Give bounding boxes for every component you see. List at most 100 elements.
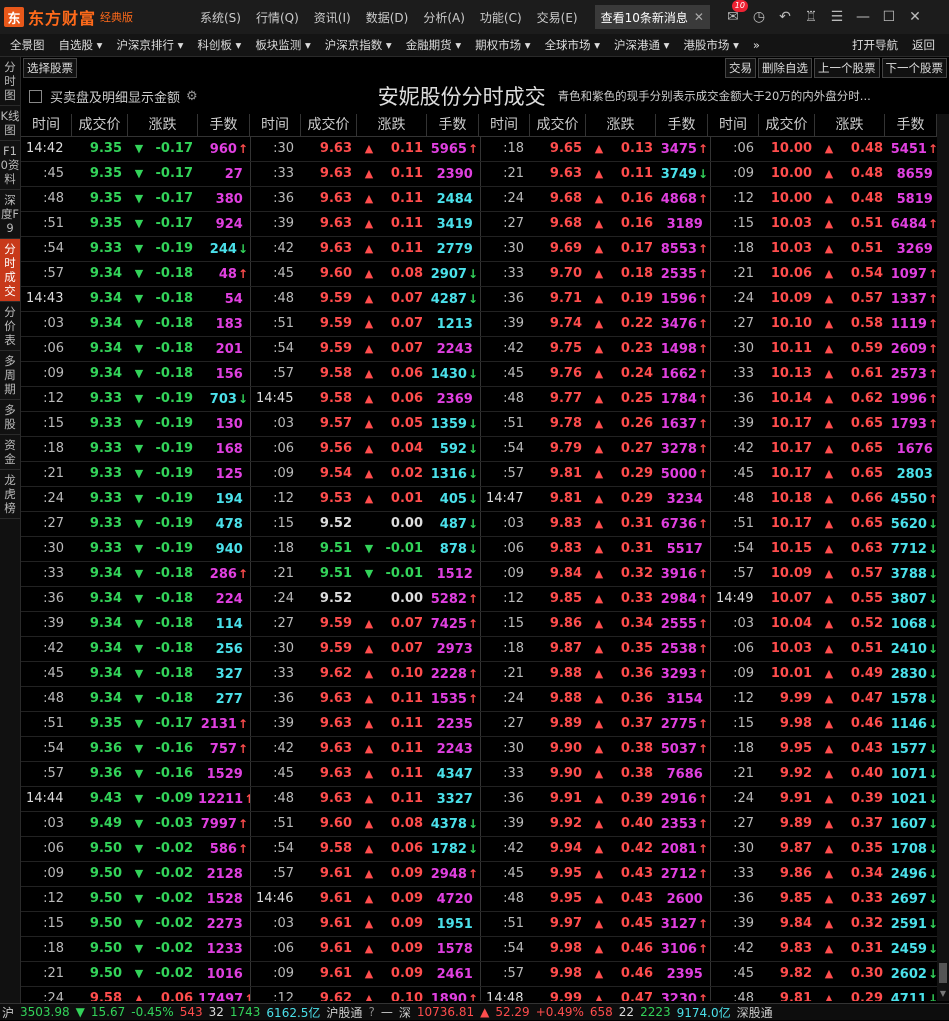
column-header[interactable]: 手数: [427, 114, 479, 136]
page-title: 安妮股份分时成交: [377, 85, 546, 109]
trade-volume: 1233: [198, 937, 250, 961]
trade-change: ▲ 0.08: [358, 812, 428, 836]
sh-index[interactable]: 3503.98: [20, 1005, 70, 1019]
sidebar-tab[interactable]: 多周期: [0, 351, 20, 400]
sz-index[interactable]: 10736.81: [417, 1005, 474, 1019]
trade-button[interactable]: 交易: [725, 58, 756, 78]
trade-time: :12: [733, 691, 754, 706]
nav-item[interactable]: 沪深京指数 ▾: [325, 37, 392, 53]
help-icon[interactable]: ?: [368, 1005, 374, 1019]
trade-change: ▼ -0.16: [128, 762, 198, 786]
menu-item[interactable]: 交易(E): [537, 9, 578, 26]
change-value: -0.18: [155, 316, 193, 331]
column-header[interactable]: 手数: [885, 114, 937, 136]
menu-item[interactable]: 行情(Q): [256, 9, 299, 26]
trade-change: ▲ 0.10: [358, 987, 428, 1001]
change-value: 0.11: [390, 241, 423, 256]
column-header[interactable]: 手数: [198, 114, 250, 136]
gear-icon[interactable]: ⚙: [186, 89, 198, 104]
vertical-scrollbar[interactable]: ▼: [937, 114, 949, 1001]
volume-value: 2369: [436, 392, 473, 407]
trade-record: :03 10.04 ▲ 0.52 1068↓: [711, 612, 937, 636]
volume-value: 478: [215, 517, 243, 532]
trade-volume: 1359↓: [428, 412, 480, 436]
nav-item[interactable]: 沪深港通 ▾: [614, 37, 669, 53]
column-header[interactable]: 手数: [656, 114, 708, 136]
column-header: 时间: [250, 114, 301, 136]
menu-item[interactable]: 资讯(I): [314, 9, 351, 26]
volume-value: 1578: [436, 942, 473, 957]
show-amount-checkbox[interactable]: [29, 89, 42, 103]
scroll-down-icon[interactable]: ▼: [937, 989, 949, 1001]
volume-value: 244: [209, 242, 237, 257]
sidebar-tab[interactable]: F10资料: [0, 141, 20, 190]
trade-volume: 940: [198, 537, 250, 561]
trade-change: ▲ 0.32: [588, 562, 658, 586]
nav-item[interactable]: 沪深京排行 ▾: [116, 37, 183, 53]
trade-time: :12: [733, 191, 754, 206]
app-logo[interactable]: 东 东方财富 经典版: [0, 0, 192, 34]
trade-volume: 3327: [428, 787, 480, 811]
remove-watch-button[interactable]: 删除自选: [758, 58, 812, 78]
trade-record: :57 9.36 ▼ -0.16 1529: [21, 762, 251, 786]
change-value: 0.11: [390, 691, 423, 706]
trade-price: 10.17: [770, 416, 812, 431]
nav-item[interactable]: 全景图: [10, 37, 45, 53]
down-arrow-icon: ▼: [75, 1005, 85, 1019]
maximize-icon[interactable]: ☐: [876, 9, 902, 25]
sidebar-tab[interactable]: 分时成交: [0, 239, 20, 302]
menu-item[interactable]: 数据(D): [366, 9, 409, 26]
menu-icon[interactable]: ☰: [824, 9, 850, 25]
minimize-icon[interactable]: —: [850, 9, 876, 25]
nav-item[interactable]: 金融期货 ▾: [406, 37, 461, 53]
trade-record: :30 9.63 ▲ 0.11 5965↑: [251, 137, 481, 161]
nav-item[interactable]: 港股市场 ▾: [683, 37, 738, 53]
nav-item[interactable]: »: [753, 38, 760, 52]
trade-time: :54: [43, 741, 64, 756]
trade-price: 9.33: [89, 491, 122, 506]
nav-item[interactable]: 全球市场 ▾: [545, 37, 600, 53]
trade-record: :06 9.50 ▼ -0.02 586↑: [21, 837, 251, 861]
change-value: -0.19: [155, 441, 193, 456]
message-notice[interactable]: 查看10条新消息 ✕: [594, 5, 710, 29]
volume-spacer: [244, 917, 248, 931]
prev-stock-button[interactable]: 上一个股票: [814, 58, 880, 78]
back-icon[interactable]: ↶: [772, 9, 798, 25]
clock-icon[interactable]: ◷: [746, 9, 772, 25]
sidebar-tab[interactable]: 分时图: [0, 57, 20, 106]
window-close-icon[interactable]: ✕: [902, 9, 928, 25]
close-icon[interactable]: ✕: [694, 10, 704, 24]
sidebar-tab[interactable]: 资金: [0, 435, 20, 470]
trade-record: :39 9.74 ▲ 0.22 3476↑: [481, 312, 711, 336]
sidebar-tab[interactable]: 龙虎榜: [0, 470, 20, 519]
menu-item[interactable]: 系统(S): [200, 9, 241, 26]
nav-item[interactable]: 科创板 ▾: [197, 37, 241, 53]
sidebar-tab[interactable]: 深度F9: [0, 190, 20, 239]
nav-item[interactable]: 板块监测 ▾: [255, 37, 310, 53]
sidebar-tab[interactable]: K线图: [0, 106, 20, 141]
trade-volume: 7712↓: [888, 537, 937, 561]
sgt-label[interactable]: 深股通: [737, 1004, 773, 1021]
skin-icon[interactable]: ♖: [798, 9, 824, 25]
up-triangle-icon: ▲: [594, 342, 604, 355]
nav-right-item[interactable]: 打开导航: [852, 37, 898, 53]
hgt-label[interactable]: 沪股通: [326, 1004, 362, 1021]
mail-icon[interactable]: ✉ 10: [720, 0, 748, 25]
trade-volume: 2235: [428, 712, 480, 736]
nav-item[interactable]: 自选股 ▾: [59, 37, 103, 53]
trade-volume: 2602↓: [888, 962, 937, 986]
menu-item[interactable]: 功能(C): [480, 9, 522, 26]
select-stock-button[interactable]: 选择股票: [23, 58, 77, 78]
change-value: 0.33: [850, 891, 883, 906]
next-stock-button[interactable]: 下一个股票: [881, 58, 947, 78]
up-triangle-icon: ▲: [594, 742, 604, 755]
trade-change: ▲ 0.11: [358, 237, 428, 261]
volume-value: 3916: [660, 567, 697, 582]
trade-record: :45 9.35 ▼ -0.17 27: [21, 162, 251, 186]
menu-item[interactable]: 分析(A): [423, 9, 465, 26]
nav-right-item[interactable]: 返回: [912, 37, 935, 53]
nav-item[interactable]: 期权市场 ▾: [475, 37, 530, 53]
scroll-thumb[interactable]: [939, 963, 947, 983]
sidebar-tab[interactable]: 多股: [0, 400, 20, 435]
sidebar-tab[interactable]: 分价表: [0, 302, 20, 351]
